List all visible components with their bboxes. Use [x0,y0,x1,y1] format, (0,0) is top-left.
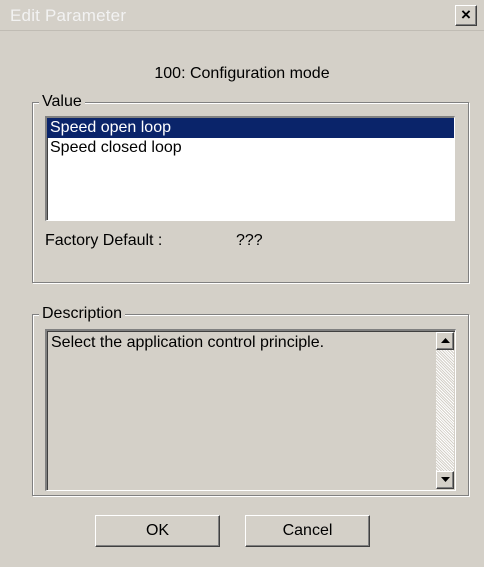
value-group-legend: Value [39,92,85,112]
window-title: Edit Parameter [10,6,127,25]
value-group: Value Speed open loop Speed closed loop … [32,92,469,283]
factory-default-label: Factory Default : [45,232,163,249]
value-listbox[interactable]: Speed open loop Speed closed loop [45,116,455,221]
description-group: Description Select the application contr… [32,304,469,496]
description-text: Select the application control principle… [51,334,325,351]
description-scrollbar[interactable] [436,332,454,489]
cancel-button[interactable]: Cancel [245,515,370,547]
close-button[interactable]: × [455,5,477,26]
scroll-up-button[interactable] [436,332,454,350]
list-item[interactable]: Speed closed loop [47,138,454,158]
scroll-down-button[interactable] [436,471,454,489]
description-box: Select the application control principle… [45,329,456,491]
arrow-up-icon [441,338,450,343]
description-group-legend: Description [39,304,126,324]
title-bar[interactable]: Edit Parameter × [0,0,484,31]
factory-default-value: ??? [236,232,263,249]
parameter-heading: 100: Configuration mode [154,65,330,82]
close-icon: × [461,5,471,24]
ok-button[interactable]: OK [95,515,220,547]
list-item[interactable]: Speed open loop [47,118,454,138]
arrow-down-icon [441,477,450,482]
